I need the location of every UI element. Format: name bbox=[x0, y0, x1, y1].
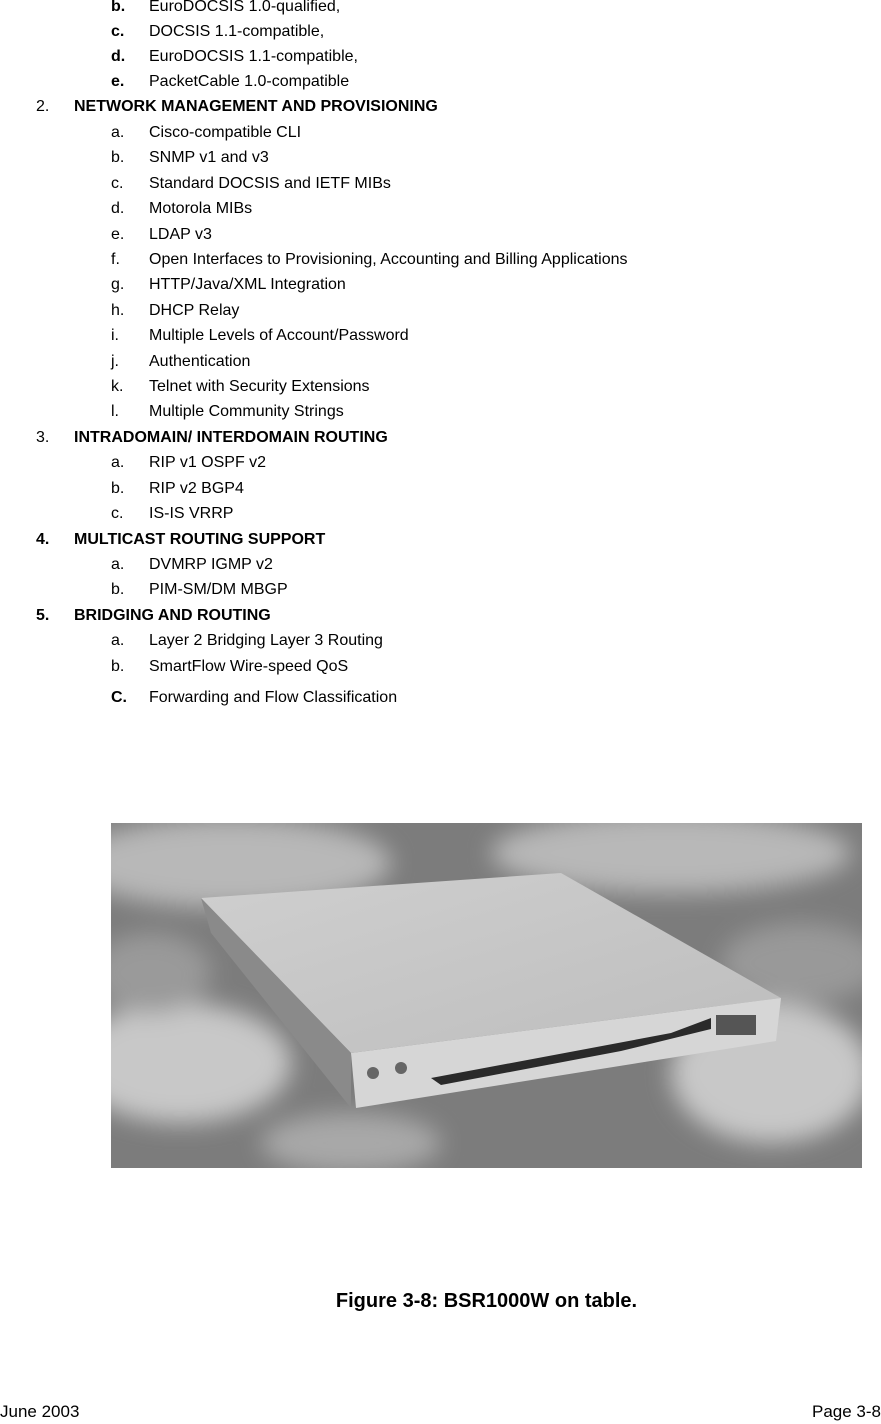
list-text: Cisco-compatible CLI bbox=[149, 124, 302, 141]
list-marker: b. bbox=[111, 149, 125, 166]
section-title: INTRADOMAIN/ INTERDOMAIN ROUTING bbox=[74, 429, 388, 446]
list-marker: e. bbox=[111, 73, 125, 90]
list-marker: j. bbox=[111, 353, 119, 370]
device-logo-badge bbox=[716, 1015, 756, 1035]
list-marker: a. bbox=[111, 124, 125, 141]
figure-caption: Figure 3-8: BSR1000W on table. bbox=[335, 1290, 638, 1312]
list-text: Multiple Community Strings bbox=[149, 403, 344, 420]
footer-page-number: Page 3-8 bbox=[812, 1402, 881, 1421]
list-text: Layer 2 Bridging Layer 3 Routing bbox=[149, 632, 383, 649]
list-marker: l. bbox=[111, 403, 119, 420]
connector-icon bbox=[367, 1067, 379, 1079]
list-marker: a. bbox=[111, 632, 125, 649]
list-marker: g. bbox=[111, 276, 125, 293]
list-text: SmartFlow Wire-speed QoS bbox=[149, 658, 349, 675]
device-photo bbox=[111, 823, 862, 1168]
list-text: Telnet with Security Extensions bbox=[149, 378, 370, 395]
list-text: RIP v1 OSPF v2 bbox=[149, 454, 267, 471]
list-text: DHCP Relay bbox=[149, 302, 240, 319]
list-marker: b. bbox=[111, 658, 125, 675]
list-marker: c. bbox=[111, 505, 124, 522]
list-marker: e. bbox=[111, 226, 125, 243]
list-marker: k. bbox=[111, 378, 124, 395]
list-marker: i. bbox=[111, 327, 119, 344]
list-text: Multiple Levels of Account/Password bbox=[149, 327, 409, 344]
list-text: Standard DOCSIS and IETF MIBs bbox=[149, 175, 391, 192]
list-text: HTTP/Java/XML Integration bbox=[149, 276, 346, 293]
list-marker: b. bbox=[111, 480, 125, 497]
section-number: 3. bbox=[36, 429, 50, 446]
list-marker: C. bbox=[111, 689, 127, 706]
list-text: LDAP v3 bbox=[149, 226, 212, 243]
section-title: MULTICAST ROUTING SUPPORT bbox=[74, 531, 326, 548]
list-marker: c. bbox=[111, 175, 124, 192]
list-marker: h. bbox=[111, 302, 125, 319]
list-marker: b. bbox=[111, 581, 125, 598]
list-marker: a. bbox=[111, 556, 125, 573]
footer-date: June 2003 bbox=[0, 1402, 80, 1421]
list-text: Forwarding and Flow Classification bbox=[149, 689, 398, 706]
connector-icon bbox=[395, 1062, 407, 1074]
device-photo-graphic bbox=[111, 823, 862, 1168]
section-title: NETWORK MANAGEMENT AND PROVISIONING bbox=[74, 98, 438, 115]
list-marker: b. bbox=[111, 0, 126, 15]
list-marker: c. bbox=[111, 23, 125, 40]
list-text: DOCSIS 1.1-compatible, bbox=[149, 23, 325, 40]
list-marker: a. bbox=[111, 454, 125, 471]
list-text: EuroDOCSIS 1.1-compatible, bbox=[149, 48, 358, 65]
list-marker: f. bbox=[111, 251, 120, 268]
list-text: Open Interfaces to Provisioning, Account… bbox=[149, 251, 628, 268]
section-number: 4. bbox=[36, 531, 50, 548]
list-text: SNMP v1 and v3 bbox=[149, 149, 269, 166]
list-text: DVMRP IGMP v2 bbox=[149, 556, 273, 573]
list-text: Motorola MIBs bbox=[149, 200, 253, 217]
list-text: PIM-SM/DM MBGP bbox=[149, 581, 288, 598]
section-number: 2. bbox=[36, 98, 50, 115]
list-text: IS-IS VRRP bbox=[149, 505, 234, 522]
list-text: RIP v2 BGP4 bbox=[149, 480, 244, 497]
list-marker: d. bbox=[111, 48, 126, 65]
list-marker: d. bbox=[111, 200, 125, 217]
section-title: BRIDGING AND ROUTING bbox=[74, 607, 271, 624]
list-text: EuroDOCSIS 1.0-qualified, bbox=[149, 0, 341, 15]
section-number: 5. bbox=[36, 607, 50, 624]
list-text: Authentication bbox=[149, 353, 251, 370]
list-text: PacketCable 1.0-compatible bbox=[149, 73, 350, 90]
